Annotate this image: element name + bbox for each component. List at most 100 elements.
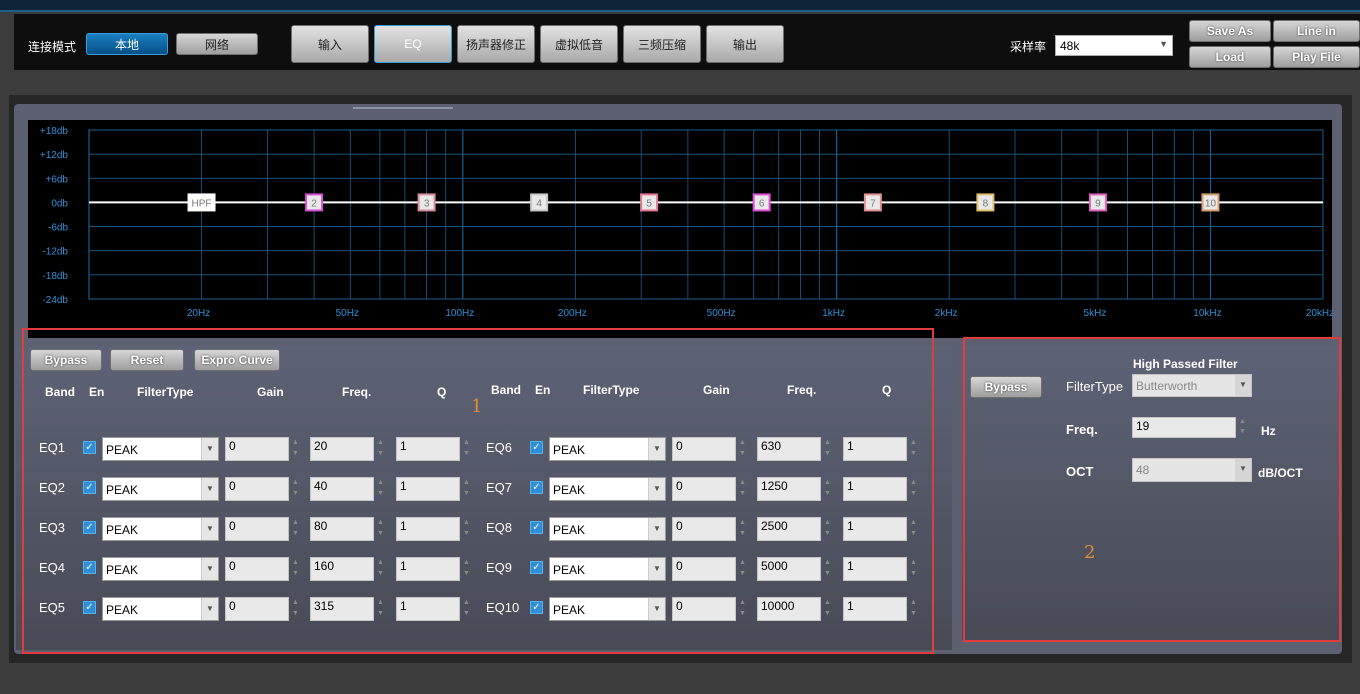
down-arrow-icon[interactable]: ▼	[910, 570, 917, 577]
hpf-filter-type-select[interactable]: Butterworth ▼	[1132, 374, 1252, 397]
down-arrow-icon[interactable]: ▼	[463, 610, 470, 617]
enable-checkbox[interactable]: ✓	[530, 601, 543, 614]
gain-stepper[interactable]: ▲ ▼	[291, 557, 300, 581]
freq-stepper[interactable]: ▲ ▼	[376, 477, 385, 501]
down-arrow-icon[interactable]: ▼	[739, 530, 746, 537]
gain-stepper[interactable]: ▲ ▼	[291, 477, 300, 501]
down-arrow-icon[interactable]: ▼	[739, 450, 746, 457]
up-arrow-icon[interactable]: ▲	[377, 439, 384, 446]
q-input[interactable]: 1	[396, 517, 460, 541]
down-arrow-icon[interactable]: ▼	[910, 450, 917, 457]
down-arrow-icon[interactable]: ▼	[463, 490, 470, 497]
up-arrow-icon[interactable]: ▲	[824, 439, 831, 446]
enable-checkbox[interactable]: ✓	[83, 601, 96, 614]
gain-input[interactable]: 0	[225, 597, 289, 621]
filter-type-select[interactable]: PEAK ▼	[102, 597, 219, 621]
hpf-oct-select[interactable]: 48 ▼	[1132, 458, 1252, 482]
q-input[interactable]: 1	[843, 517, 907, 541]
freq-input[interactable]: 80	[310, 517, 374, 541]
down-arrow-icon[interactable]: ▼	[910, 610, 917, 617]
network-mode-button[interactable]: 网络	[176, 33, 258, 55]
up-arrow-icon[interactable]: ▲	[292, 599, 299, 606]
gain-input[interactable]: 0	[672, 557, 736, 581]
down-arrow-icon[interactable]: ▼	[739, 570, 746, 577]
freq-stepper[interactable]: ▲ ▼	[823, 437, 832, 461]
filter-type-select[interactable]: PEAK ▼	[549, 477, 666, 501]
up-arrow-icon[interactable]: ▲	[463, 479, 470, 486]
down-arrow-icon[interactable]: ▼	[292, 450, 299, 457]
tab-output[interactable]: 输出	[706, 25, 784, 63]
up-arrow-icon[interactable]: ▲	[739, 439, 746, 446]
line-in-button[interactable]: Line in	[1273, 20, 1360, 42]
freq-input[interactable]: 20	[310, 437, 374, 461]
down-arrow-icon[interactable]: ▼	[377, 610, 384, 617]
down-arrow-icon[interactable]: ▼	[463, 530, 470, 537]
q-stepper[interactable]: ▲ ▼	[462, 557, 471, 581]
play-file-button[interactable]: Play File	[1273, 46, 1360, 68]
up-arrow-icon[interactable]: ▲	[463, 519, 470, 526]
q-input[interactable]: 1	[843, 597, 907, 621]
q-input[interactable]: 1	[396, 557, 460, 581]
hpf-freq-stepper[interactable]: ▲ ▼	[1238, 417, 1247, 438]
gain-input[interactable]: 0	[672, 597, 736, 621]
up-arrow-icon[interactable]: ▲	[377, 479, 384, 486]
up-arrow-icon[interactable]: ▲	[377, 559, 384, 566]
up-arrow-icon[interactable]: ▲	[739, 559, 746, 566]
filter-type-select[interactable]: PEAK ▼	[102, 557, 219, 581]
down-arrow-icon[interactable]: ▼	[739, 610, 746, 617]
gain-stepper[interactable]: ▲ ▼	[291, 597, 300, 621]
freq-stepper[interactable]: ▲ ▼	[823, 517, 832, 541]
filter-type-select[interactable]: PEAK ▼	[102, 437, 219, 461]
enable-checkbox[interactable]: ✓	[530, 481, 543, 494]
up-arrow-icon[interactable]: ▲	[1239, 418, 1246, 425]
export-curve-button[interactable]: Expro Curve	[194, 349, 280, 371]
enable-checkbox[interactable]: ✓	[83, 481, 96, 494]
down-arrow-icon[interactable]: ▼	[463, 450, 470, 457]
freq-stepper[interactable]: ▲ ▼	[376, 597, 385, 621]
freq-input[interactable]: 1250	[757, 477, 821, 501]
filter-type-select[interactable]: PEAK ▼	[549, 597, 666, 621]
down-arrow-icon[interactable]: ▼	[292, 530, 299, 537]
up-arrow-icon[interactable]: ▲	[739, 599, 746, 606]
freq-input[interactable]: 40	[310, 477, 374, 501]
eq-bypass-button[interactable]: Bypass	[30, 349, 102, 371]
q-stepper[interactable]: ▲ ▼	[909, 477, 918, 501]
down-arrow-icon[interactable]: ▼	[824, 530, 831, 537]
up-arrow-icon[interactable]: ▲	[463, 599, 470, 606]
gain-input[interactable]: 0	[225, 477, 289, 501]
up-arrow-icon[interactable]: ▲	[910, 599, 917, 606]
down-arrow-icon[interactable]: ▼	[292, 610, 299, 617]
tab-eq[interactable]: EQ	[374, 25, 452, 63]
down-arrow-icon[interactable]: ▼	[824, 570, 831, 577]
freq-input[interactable]: 315	[310, 597, 374, 621]
freq-input[interactable]: 630	[757, 437, 821, 461]
up-arrow-icon[interactable]: ▲	[377, 599, 384, 606]
enable-checkbox[interactable]: ✓	[83, 521, 96, 534]
q-stepper[interactable]: ▲ ▼	[909, 517, 918, 541]
gain-input[interactable]: 0	[225, 517, 289, 541]
q-stepper[interactable]: ▲ ▼	[462, 597, 471, 621]
up-arrow-icon[interactable]: ▲	[824, 479, 831, 486]
freq-stepper[interactable]: ▲ ▼	[376, 437, 385, 461]
q-input[interactable]: 1	[396, 477, 460, 501]
gain-input[interactable]: 0	[672, 477, 736, 501]
q-stepper[interactable]: ▲ ▼	[909, 597, 918, 621]
down-arrow-icon[interactable]: ▼	[377, 530, 384, 537]
gain-stepper[interactable]: ▲ ▼	[738, 437, 747, 461]
tab-input[interactable]: 输入	[291, 25, 369, 63]
local-mode-button[interactable]: 本地	[86, 33, 168, 55]
q-stepper[interactable]: ▲ ▼	[462, 437, 471, 461]
save-as-button[interactable]: Save As	[1189, 20, 1271, 42]
q-input[interactable]: 1	[396, 437, 460, 461]
up-arrow-icon[interactable]: ▲	[292, 439, 299, 446]
up-arrow-icon[interactable]: ▲	[377, 519, 384, 526]
filter-type-select[interactable]: PEAK ▼	[549, 557, 666, 581]
gain-stepper[interactable]: ▲ ▼	[738, 477, 747, 501]
q-stepper[interactable]: ▲ ▼	[909, 557, 918, 581]
freq-input[interactable]: 10000	[757, 597, 821, 621]
filter-type-select[interactable]: PEAK ▼	[102, 477, 219, 501]
down-arrow-icon[interactable]: ▼	[377, 450, 384, 457]
q-input[interactable]: 1	[843, 437, 907, 461]
up-arrow-icon[interactable]: ▲	[910, 559, 917, 566]
down-arrow-icon[interactable]: ▼	[739, 490, 746, 497]
